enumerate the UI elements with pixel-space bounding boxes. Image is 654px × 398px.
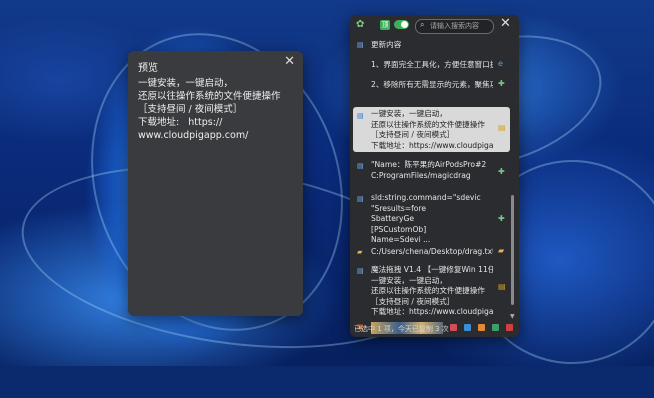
folder-icon: ▰ xyxy=(357,248,363,256)
app-source-icon: ✚ xyxy=(498,79,505,88)
image-filter-icon[interactable] xyxy=(478,324,485,331)
text-doc-icon: ▤ xyxy=(357,267,364,275)
theme-toggle[interactable] xyxy=(394,20,409,29)
desktop-wallpaper xyxy=(0,0,654,398)
close-icon[interactable]: ✕ xyxy=(500,16,511,31)
pin-top-button[interactable]: 顶 xyxy=(380,20,390,30)
search-icon: ⌕ xyxy=(420,20,425,29)
app-logo-icon: ✿ xyxy=(356,19,365,30)
preview-title: 预览 xyxy=(138,63,158,74)
preview-content: 一键安装，一键启动， 还原以往操作系统的文件便捷操作 ［支持昼间 / 夜间模式］… xyxy=(138,78,281,141)
text-doc-icon: ▤ xyxy=(357,162,364,170)
list-item[interactable]: 2、移除所有无需显示的元素，聚焦功 ✚ xyxy=(353,78,510,92)
toggle-knob xyxy=(401,21,408,28)
list-item[interactable]: ▰ C:/Users/chena/Desktop/drag.txt ▰ xyxy=(353,245,510,259)
clipboard-panel: ✿ 顶 ⌕ 请输入搜索内容 ✕ ▤ 更新内容 1、界面完全工具化，方便任意窗口执… xyxy=(350,15,519,337)
scrollbar[interactable] xyxy=(511,195,514,305)
notepad-icon: ▤ xyxy=(498,123,506,132)
notepad-icon: ▤ xyxy=(498,282,506,291)
clipboard-list: ▤ 更新内容 1、界面完全工具化，方便任意窗口执 e 2、移除所有无需显示的元素… xyxy=(350,38,510,334)
text-doc-icon: ▤ xyxy=(357,41,364,49)
preview-panel: 预览 ✕ 一键安装，一键启动， 还原以往操作系统的文件便捷操作 ［支持昼间 / … xyxy=(128,51,303,316)
text-filter-icon[interactable] xyxy=(464,324,471,331)
search-placeholder: 请输入搜索内容 xyxy=(430,22,479,30)
list-item[interactable]: ▤ "Name：陈平果的AirPodsPro#2 C:ProgramFiles/… xyxy=(353,159,510,183)
list-item[interactable]: ▤ 魔法拖拽 V1.4 【一键修复Win 11任务 一键安装，一键启动， 还原以… xyxy=(353,264,510,320)
panel-footer: 已选中 1 项，今天已复制 3 次 xyxy=(350,321,519,337)
list-item-selected[interactable]: ▤ 一键安装，一键启动， 还原以往操作系统的文件便捷操作 ［支持昼间 / 夜间模… xyxy=(353,107,510,152)
text-doc-icon: ▤ xyxy=(357,112,364,120)
text-doc-icon: ▤ xyxy=(357,195,364,203)
search-input[interactable]: ⌕ 请输入搜索内容 xyxy=(415,19,494,34)
app-source-icon: ✚ xyxy=(498,167,505,176)
list-item[interactable]: 1、界面完全工具化，方便任意窗口执 e xyxy=(353,58,510,72)
delete-icon[interactable] xyxy=(506,324,513,331)
edge-browser-icon: e xyxy=(498,59,503,68)
status-text: 已选中 1 项，今天已复制 3 次 xyxy=(354,325,449,333)
close-icon[interactable]: ✕ xyxy=(284,54,295,69)
explorer-icon: ▰ xyxy=(498,246,505,255)
file-filter-icon[interactable] xyxy=(492,324,499,331)
panel-toolbar: ✿ 顶 ⌕ 请输入搜索内容 ✕ xyxy=(350,15,519,37)
scroll-down-icon[interactable]: ▼ xyxy=(510,313,515,320)
favorite-icon[interactable] xyxy=(450,324,457,331)
app-source-icon: ✚ xyxy=(498,214,505,223)
list-item[interactable]: ▤ sld:string.command="sdevic "Sresults=f… xyxy=(353,192,510,248)
list-item[interactable]: ▤ 更新内容 xyxy=(353,38,510,52)
